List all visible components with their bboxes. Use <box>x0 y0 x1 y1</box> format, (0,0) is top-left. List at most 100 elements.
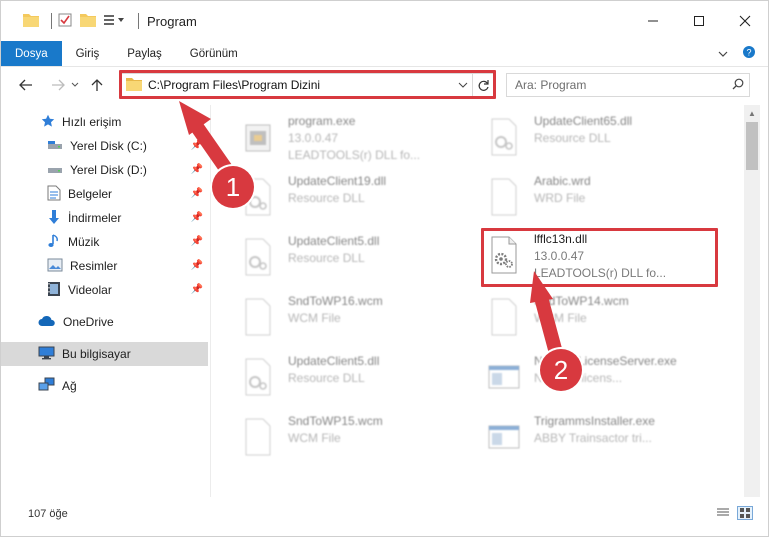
recent-locations-button[interactable] <box>69 74 81 96</box>
file-item[interactable]: TrigrammsInstaller.exe ABBY Trainsactor … <box>480 411 720 469</box>
sidebar-item-onedrive[interactable]: OneDrive <box>1 310 208 334</box>
dll-icon <box>480 111 528 163</box>
exe-icon <box>234 111 282 163</box>
help-icon[interactable]: ? <box>742 45 756 62</box>
file-name: UpdateClient19.dll <box>288 174 387 188</box>
step-badge-1: 1 <box>212 166 254 208</box>
file-type: Resource DLL <box>288 191 365 205</box>
view-buttons <box>715 506 753 520</box>
pin-icon[interactable]: 📌 <box>191 260 203 271</box>
navigation-pane: Hızlı erişim Yerel Disk (C:) 📌 Yerel Dis… <box>1 105 211 497</box>
minimize-button[interactable] <box>630 1 676 41</box>
file-item[interactable]: NetworkLicenseServer.exe Network licens.… <box>480 351 720 409</box>
pin-icon[interactable]: 📌 <box>191 140 203 151</box>
file-item[interactable]: Arabic.wrd WRD File <box>480 171 720 229</box>
sidebar-item-label: Videolar <box>68 283 112 297</box>
file-item[interactable]: SndToWP16.wcm WCM File <box>234 291 474 349</box>
pin-icon[interactable]: 📌 <box>191 212 203 223</box>
up-button[interactable] <box>86 74 108 96</box>
window-controls <box>630 1 768 41</box>
sidebar-item-local-disk-c[interactable]: Yerel Disk (C:) 📌 <box>1 134 208 158</box>
divider <box>51 13 52 29</box>
divider <box>138 13 139 29</box>
sidebar-item-videos[interactable]: Videolar 📌 <box>1 278 208 302</box>
expand-ribbon-icon[interactable] <box>718 47 728 61</box>
app-icon <box>480 351 528 403</box>
file-item[interactable]: UpdateClient65.dll Resource DLL <box>480 111 720 169</box>
pin-icon[interactable]: 📌 <box>191 284 203 295</box>
sidebar-item-this-pc[interactable]: Bu bilgisayar <box>1 342 208 366</box>
svg-text:?: ? <box>746 48 751 58</box>
blank-file-icon <box>234 291 282 343</box>
file-item[interactable]: UpdateClient19.dll Resource DLL <box>234 171 474 229</box>
sidebar-item-quick-access[interactable]: Hızlı erişim <box>1 110 208 134</box>
dll-icon <box>234 351 282 403</box>
pin-icon[interactable]: 📌 <box>191 236 203 247</box>
drive-icon <box>47 139 63 154</box>
cloud-icon <box>38 315 56 330</box>
pin-icon[interactable]: 📌 <box>191 164 203 175</box>
quick-access-toolbar <box>23 1 145 41</box>
file-name: UpdateClient65.dll <box>534 114 633 128</box>
file-name: SndToWP14.wcm <box>534 294 629 308</box>
address-bar-highlight <box>119 70 496 99</box>
sidebar-item-label: Yerel Disk (D:) <box>70 163 147 177</box>
file-version: 13.0.0.47 <box>288 131 339 145</box>
sidebar-item-label: OneDrive <box>63 315 114 329</box>
file-item[interactable]: UpdateClient5.dll Resource DLL <box>234 351 474 409</box>
file-type: WCM File <box>288 311 341 325</box>
dll-icon <box>234 231 282 283</box>
sidebar-item-label: Bu bilgisayar <box>62 347 131 361</box>
tab-view[interactable]: Görünüm <box>176 41 252 66</box>
sidebar-item-label: Ağ <box>62 379 77 393</box>
ribbon-right-controls: ? <box>718 41 768 66</box>
tiles-view-icon[interactable] <box>737 506 753 520</box>
details-view-icon[interactable] <box>715 506 731 520</box>
sidebar-item-music[interactable]: Müzik 📌 <box>1 230 208 254</box>
file-description: LEADTOOLS(r) DLL fo... <box>288 148 421 162</box>
sidebar-item-label: Resimler <box>70 259 118 273</box>
search-icon[interactable] <box>727 78 749 93</box>
network-icon <box>38 377 55 395</box>
vertical-scrollbar[interactable]: ▲ <box>744 105 760 497</box>
new-folder-icon[interactable] <box>80 13 96 30</box>
tab-file[interactable]: Dosya <box>1 41 62 66</box>
explorer-window: Program Dosya Giriş Paylaş Görünüm ? C:\… <box>0 0 769 537</box>
sidebar-item-network[interactable]: Ağ <box>1 374 208 398</box>
pictures-icon <box>47 258 63 275</box>
tab-share[interactable]: Paylaş <box>113 41 176 66</box>
properties-icon[interactable] <box>58 13 72 30</box>
file-item[interactable]: SndToWP15.wcm WCM File <box>234 411 474 469</box>
title-bar: Program <box>1 1 768 41</box>
sidebar-item-label: Hızlı erişim <box>62 115 122 129</box>
documents-icon <box>47 185 61 204</box>
scroll-up-icon[interactable]: ▲ <box>744 105 760 121</box>
sidebar-item-pictures[interactable]: Resimler 📌 <box>1 254 208 278</box>
item-count: 107 öğe <box>28 508 68 520</box>
sidebar-item-documents[interactable]: Belgeler 📌 <box>1 182 208 206</box>
blank-file-icon <box>480 171 528 223</box>
sidebar-item-downloads[interactable]: İndirmeler 📌 <box>1 206 208 230</box>
file-list: program.exe 13.0.0.47 LEADTOOLS(r) DLL f… <box>212 105 742 497</box>
file-name: UpdateClient5.dll <box>288 354 380 368</box>
sidebar-item-local-disk-d[interactable]: Yerel Disk (D:) 📌 <box>1 158 208 182</box>
search-input[interactable] <box>515 78 727 92</box>
file-item[interactable]: program.exe 13.0.0.47 LEADTOOLS(r) DLL f… <box>234 111 474 169</box>
back-button[interactable] <box>15 74 37 96</box>
tab-home[interactable]: Giriş <box>62 41 114 66</box>
maximize-button[interactable] <box>676 1 722 41</box>
drive-icon <box>47 163 63 178</box>
file-name: TrigrammsInstaller.exe <box>534 414 655 428</box>
file-name: UpdateClient5.dll <box>288 234 380 248</box>
file-item[interactable]: SndToWP14.wcm WCM File <box>480 291 720 349</box>
close-button[interactable] <box>722 1 768 41</box>
customize-toolbar-icon[interactable] <box>104 14 126 29</box>
file-item[interactable]: UpdateClient5.dll Resource DLL <box>234 231 474 289</box>
forward-button[interactable] <box>47 74 69 96</box>
blank-file-icon <box>234 411 282 463</box>
pin-icon[interactable]: 📌 <box>191 188 203 199</box>
search-box[interactable] <box>506 73 750 97</box>
sidebar-item-label: İndirmeler <box>68 211 122 225</box>
sidebar-item-label: Müzik <box>68 235 100 249</box>
scrollbar-thumb[interactable] <box>746 122 758 170</box>
